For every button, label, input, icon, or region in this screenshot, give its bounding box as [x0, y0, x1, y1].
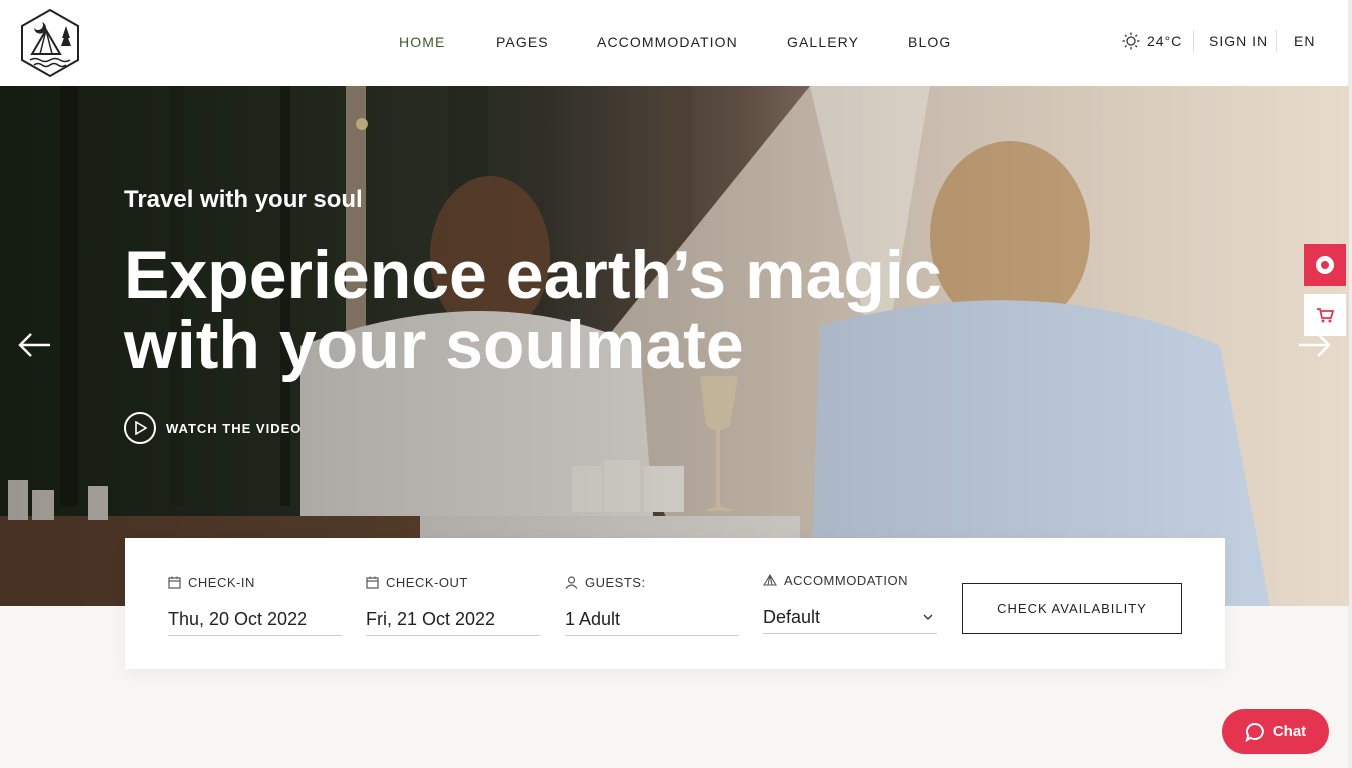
nav-gallery[interactable]: GALLERY [787, 34, 859, 50]
cart-button[interactable] [1304, 294, 1346, 336]
weather-temperature: 24°C [1147, 33, 1183, 49]
booking-form: CHECK-IN Thu, 20 Oct 2022 CHECK-OUT Fri,… [125, 538, 1225, 669]
language-switcher[interactable]: EN [1294, 33, 1315, 49]
tent-icon [763, 574, 777, 586]
support-button[interactable] [1304, 244, 1346, 286]
check-in-input[interactable]: Thu, 20 Oct 2022 [168, 606, 342, 636]
guests-field: GUESTS: 1 Adult [565, 574, 739, 636]
play-icon [124, 412, 156, 444]
check-out-input[interactable]: Fri, 21 Oct 2022 [366, 606, 540, 636]
check-in-field: CHECK-IN Thu, 20 Oct 2022 [168, 574, 342, 636]
lifebuoy-icon [1316, 256, 1334, 274]
guests-input[interactable]: 1 Adult [565, 606, 739, 636]
calendar-icon [366, 576, 379, 589]
chat-bubble-icon [1245, 722, 1264, 742]
hero-slider: Travel with your soul Experience earth’s… [0, 86, 1349, 606]
cart-icon [1317, 308, 1334, 323]
hero-subtitle: Travel with your soul [124, 186, 363, 213]
sun-icon [1122, 32, 1140, 50]
check-in-label: CHECK-IN [188, 574, 255, 590]
divider [1276, 30, 1277, 52]
check-out-field: CHECK-OUT Fri, 21 Oct 2022 [366, 574, 540, 636]
chat-button[interactable]: Chat [1222, 709, 1329, 754]
guests-label-row: GUESTS: [565, 574, 739, 590]
divider [1193, 30, 1194, 52]
accommodation-selected: Default [763, 607, 821, 627]
guests-label: GUESTS: [585, 574, 646, 590]
accommodation-select[interactable]: Default [763, 604, 937, 634]
hero-title-line: with your soulmate [124, 307, 744, 383]
nav-accommodation[interactable]: ACCOMMODATION [597, 34, 738, 50]
hero-title-line: Experience earth’s magic [124, 237, 942, 313]
check-availability-button[interactable]: CHECK AVAILABILITY [962, 583, 1182, 634]
site-header: HOME PAGES ACCOMMODATION GALLERY BLOG 24… [0, 0, 1352, 86]
check-in-label-row: CHECK-IN [168, 574, 342, 590]
accommodation-field: ACCOMMODATION Default [763, 572, 937, 634]
user-icon [565, 575, 578, 589]
nav-home[interactable]: HOME [399, 34, 445, 50]
accommodation-label: ACCOMMODATION [784, 572, 908, 588]
chat-label: Chat [1272, 723, 1307, 740]
chevron-down-icon [923, 614, 933, 620]
check-out-label: CHECK-OUT [386, 574, 468, 590]
hero-title: Experience earth’s magic with your soulm… [124, 240, 1084, 380]
camp-tent-moon-logo[interactable] [18, 8, 82, 78]
watch-video-button[interactable]: WATCH THE VIDEO [124, 412, 301, 444]
arrow-left-icon[interactable] [18, 332, 52, 358]
calendar-icon [168, 576, 181, 589]
watch-video-label: WATCH THE VIDEO [166, 420, 302, 436]
sign-in-link[interactable]: SIGN IN [1209, 33, 1268, 49]
nav-blog[interactable]: BLOG [908, 34, 951, 50]
nav-pages[interactable]: PAGES [496, 34, 549, 50]
accommodation-label-row: ACCOMMODATION [763, 572, 937, 588]
check-out-label-row: CHECK-OUT [366, 574, 540, 590]
